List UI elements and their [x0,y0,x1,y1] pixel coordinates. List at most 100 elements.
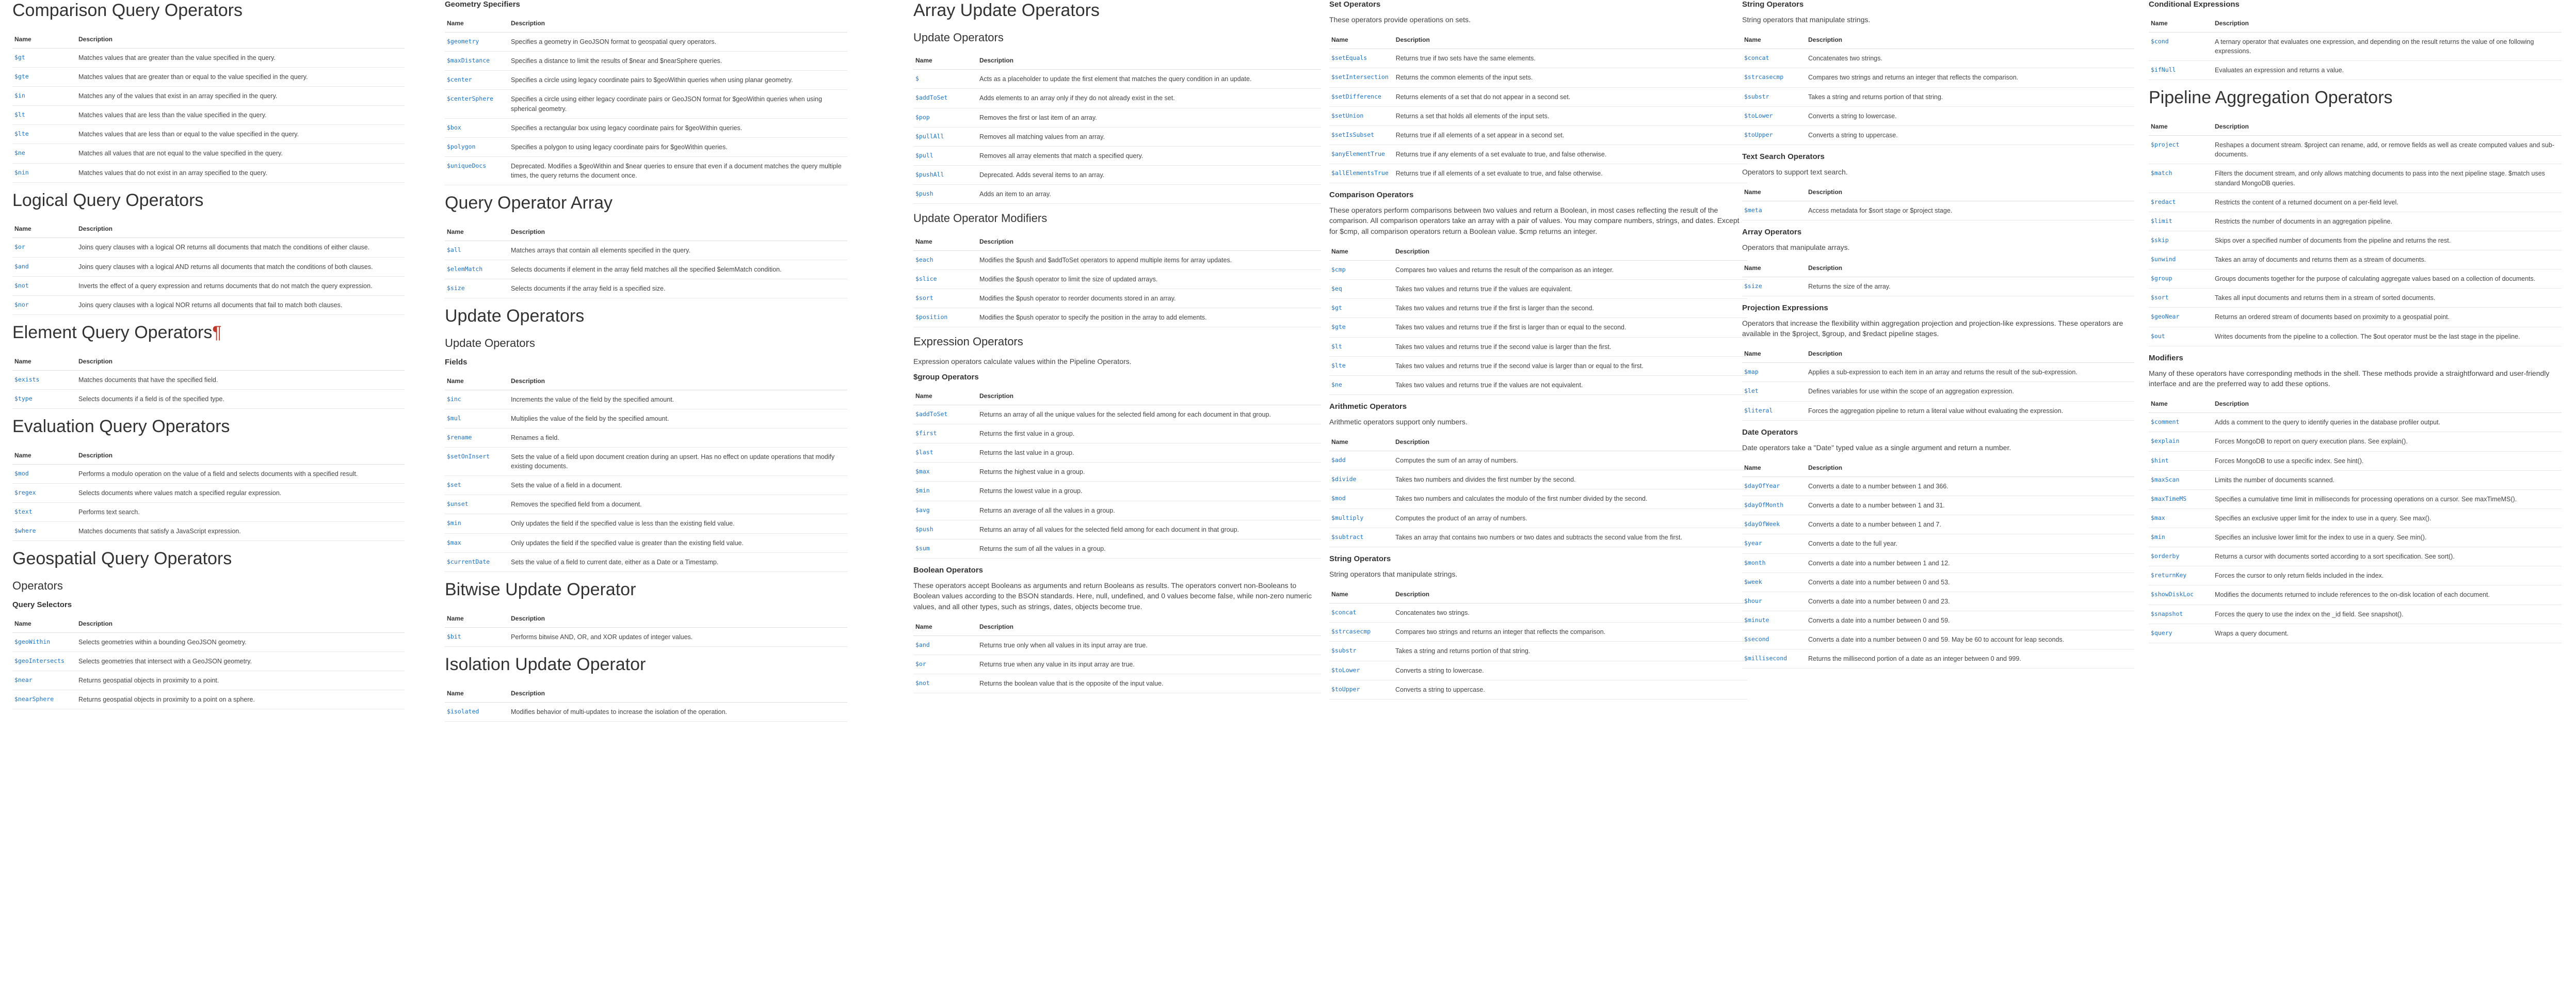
operator-link[interactable]: $strcasecmp [1329,622,1393,642]
operator-link[interactable]: $second [1742,630,1806,650]
operator-link[interactable]: $sort [2149,288,2213,308]
operator-link[interactable]: $mod [1329,489,1393,509]
operator-link[interactable]: $inc [445,390,509,409]
operator-link[interactable]: $geometry [445,32,509,52]
operator-link[interactable]: $setOnInsert [445,447,509,476]
operator-link[interactable]: $isolated [445,702,509,722]
operator-link[interactable]: $out [2149,327,2213,346]
operator-link[interactable]: $cmp [1329,260,1393,280]
operator-link[interactable]: $multiply [1329,509,1393,528]
operator-link[interactable]: $type [12,389,76,409]
operator-link[interactable]: $regex [12,483,76,503]
operator-link[interactable]: $or [913,655,977,675]
operator-link[interactable]: $gte [1329,317,1393,338]
operator-link[interactable]: $returnKey [2149,566,2213,586]
operator-link[interactable]: $meta [1742,201,1806,221]
operator-link[interactable]: $toUpper [1742,125,1806,145]
operator-link[interactable]: $max [2149,509,2213,529]
operator-link[interactable]: $lt [12,105,76,125]
operator-link[interactable]: $snapshot [2149,605,2213,624]
operator-link[interactable]: $toLower [1742,106,1806,126]
operator-link[interactable]: $unset [445,495,509,515]
operator-link[interactable]: $geoIntersects [12,652,76,671]
pilcrow-icon[interactable]: ¶ [212,323,221,342]
operator-link[interactable]: $setDifference [1329,87,1394,107]
operator-link[interactable]: $last [913,443,977,463]
operator-link[interactable]: $pop [913,108,977,128]
operator-link[interactable]: $push [913,520,977,539]
operator-link[interactable]: $eq [1329,279,1393,299]
operator-link[interactable]: $box [445,118,509,138]
operator-link[interactable]: $sort [913,289,977,309]
operator-link[interactable]: $skip [2149,231,2213,251]
operator-link[interactable]: $hint [2149,451,2213,471]
operator-link[interactable]: $dayOfMonth [1742,496,1806,516]
operator-link[interactable]: $addToSet [913,88,977,108]
operator-link[interactable]: $hour [1742,592,1806,611]
operator-link[interactable]: $minute [1742,611,1806,631]
operator-link[interactable]: $polygon [445,137,509,157]
operator-link[interactable]: $push [913,184,977,204]
operator-link[interactable]: $setIntersection [1329,68,1394,88]
operator-link[interactable]: $limit [2149,212,2213,231]
operator-link[interactable]: $setEquals [1329,49,1394,69]
operator-link[interactable]: $setUnion [1329,106,1394,126]
operator-link[interactable]: $toLower [1329,661,1393,680]
operator-link[interactable]: $near [12,671,76,690]
operator-link[interactable]: $and [12,257,76,277]
operator-link[interactable]: $mul [445,409,509,428]
operator-link[interactable]: $sum [913,539,977,559]
operator-link[interactable]: $literal [1742,401,1806,421]
operator-link[interactable]: $min [445,514,509,534]
operator-link[interactable]: $nearSphere [12,690,76,710]
operator-link[interactable]: $ [913,69,977,89]
operator-link[interactable]: $unwind [2149,250,2213,270]
operator-link[interactable]: $subtract [1329,528,1393,547]
operator-link[interactable]: $allElementsTrue [1329,164,1394,184]
operator-link[interactable]: $text [12,502,76,522]
operator-link[interactable]: $all [445,241,509,261]
operator-link[interactable]: $set [445,475,509,496]
operator-link[interactable]: $and [913,636,977,655]
operator-link[interactable]: $position [913,308,977,328]
operator-link[interactable]: $redact [2149,193,2213,212]
operator-link[interactable]: $pushAll [913,165,977,185]
operator-link[interactable]: $centerSphere [445,89,509,119]
operator-link[interactable]: $divide [1329,470,1393,490]
operator-link[interactable]: $uniqueDocs [445,156,509,186]
operator-link[interactable]: $toUpper [1329,680,1393,700]
operator-link[interactable]: $not [12,276,76,296]
operator-link[interactable]: $size [1742,277,1806,296]
operator-link[interactable]: $max [913,462,977,482]
operator-link[interactable]: $bit [445,627,509,647]
operator-link[interactable]: $strcasecmp [1742,68,1806,88]
operator-link[interactable]: $maxScan [2149,470,2213,490]
operator-link[interactable]: $size [445,279,509,299]
operator-link[interactable]: $substr [1329,641,1393,661]
operator-link[interactable]: $setIsSubset [1329,125,1394,145]
operator-link[interactable]: $millisecond [1742,649,1806,669]
operator-link[interactable]: $pullAll [913,127,977,147]
operator-link[interactable]: $geoNear [2149,307,2213,327]
operator-link[interactable]: $max [445,533,509,553]
operator-link[interactable]: $anyElementTrue [1329,145,1394,165]
operator-link[interactable]: $lte [1329,356,1393,376]
operator-link[interactable]: $concat [1742,49,1806,69]
operator-link[interactable]: $let [1742,382,1806,402]
operator-link[interactable]: $ne [12,144,76,164]
operator-link[interactable]: $explain [2149,432,2213,452]
operator-link[interactable]: $nor [12,295,76,315]
operator-link[interactable]: $ne [1329,375,1393,395]
operator-link[interactable]: $pull [913,146,977,166]
operator-link[interactable]: $lt [1329,337,1393,357]
operator-link[interactable]: $ifNull [2149,60,2213,81]
operator-link[interactable]: $year [1742,534,1806,554]
operator-link[interactable]: $min [2149,528,2213,548]
operator-link[interactable]: $exists [12,370,76,390]
operator-link[interactable]: $maxDistance [445,51,509,71]
operator-link[interactable]: $center [445,70,509,90]
operator-link[interactable]: $elemMatch [445,260,509,280]
operator-link[interactable]: $project [2149,135,2213,165]
operator-link[interactable]: $first [913,424,977,444]
operator-link[interactable]: $comment [2149,412,2213,433]
